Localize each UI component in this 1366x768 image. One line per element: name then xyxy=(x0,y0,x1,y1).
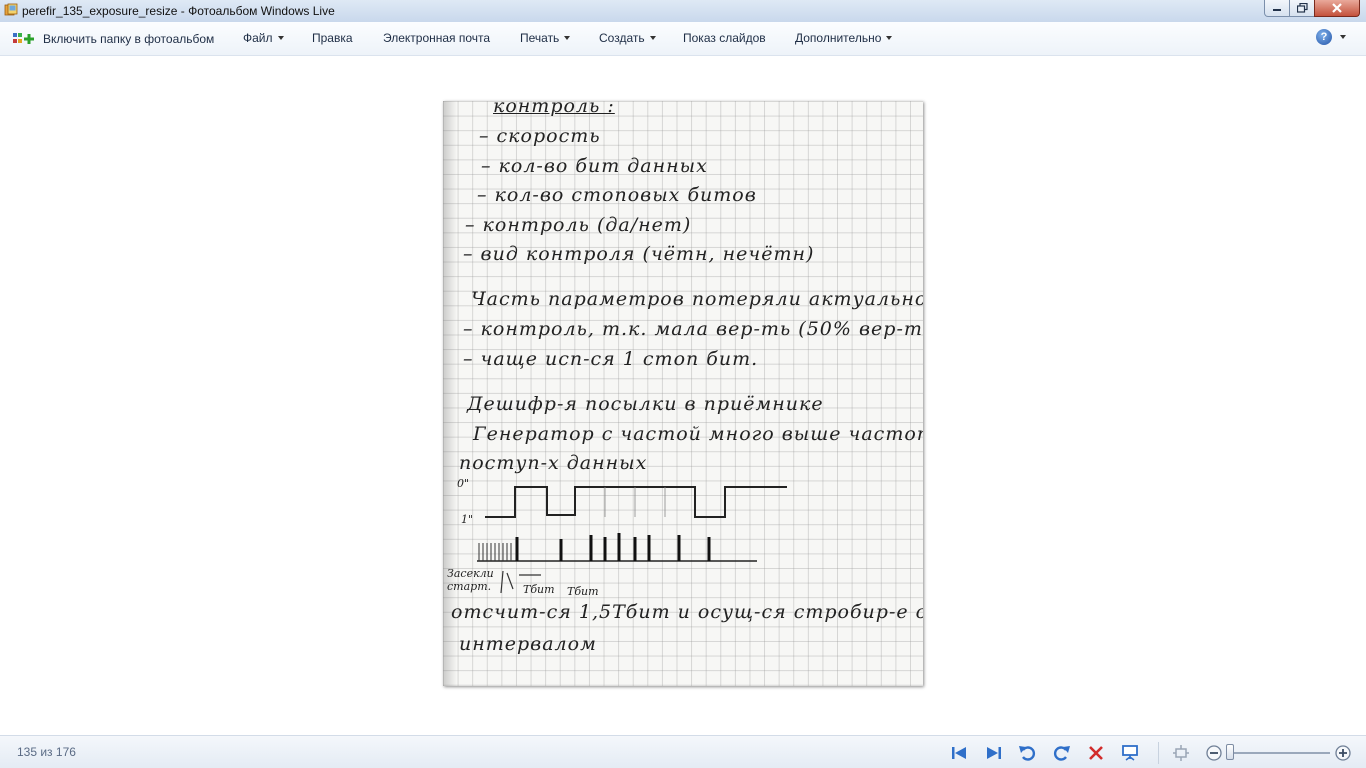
slideshow-label: Показ слайдов xyxy=(683,31,766,45)
handwritten-line: поступ-х данных xyxy=(459,452,648,474)
handwritten-line: Часть параметров потеряли актуальность xyxy=(471,288,923,310)
diagram-label: 0" xyxy=(457,477,470,490)
photo-viewer-image[interactable]: контроль : – скорость – кол-во бит данны… xyxy=(443,101,923,686)
close-icon xyxy=(1332,3,1342,13)
maximize-button[interactable] xyxy=(1289,0,1315,17)
window-title: perefir_135_exposure_resize - Фотоальбом… xyxy=(22,4,335,18)
slideshow-icon[interactable] xyxy=(1121,744,1139,762)
delete-icon[interactable] xyxy=(1087,744,1105,762)
slideshow-button[interactable]: Показ слайдов xyxy=(683,31,766,45)
handwritten-line: отсчит-ся 1,5Тбит и осущ-ся стробир-е с … xyxy=(451,601,923,623)
help-icon[interactable]: ? xyxy=(1316,29,1332,45)
more-menu[interactable]: Дополнительно xyxy=(795,31,893,45)
chevron-down-icon xyxy=(277,36,284,40)
email-label: Электронная почта xyxy=(383,31,491,45)
email-button[interactable]: Электронная почта xyxy=(383,31,490,45)
edit-button[interactable]: Правка xyxy=(312,31,353,45)
rotate-clockwise-icon[interactable] xyxy=(1053,744,1071,762)
zoom-in-icon[interactable] xyxy=(1334,744,1352,762)
chevron-down-icon xyxy=(564,36,571,40)
handwritten-line: – кол-во бит данных xyxy=(481,155,708,177)
handwritten-line: Генератор с частой много выше частоты xyxy=(473,423,923,445)
photo-gallery-app-icon xyxy=(4,3,18,16)
create-menu-label: Создать xyxy=(599,31,645,45)
title-bar: perefir_135_exposure_resize - Фотоальбом… xyxy=(0,0,1366,23)
actual-size-icon[interactable] xyxy=(1172,744,1190,762)
next-icon[interactable] xyxy=(985,744,1003,762)
help-label: ? xyxy=(1320,31,1328,43)
handwritten-line: интервалом xyxy=(459,633,597,655)
handwritten-line: – вид контроля (чётн, нечётн) xyxy=(463,243,815,265)
zoom-out-icon[interactable] xyxy=(1205,744,1223,762)
print-menu-label: Печать xyxy=(520,31,560,45)
create-menu[interactable]: Создать xyxy=(599,31,656,45)
handwritten-line: – контроль, т.к. мала вер-ть (50% вер-ти… xyxy=(463,318,923,340)
handwritten-line: – кол-во стоповых битов xyxy=(477,184,757,206)
zoom-slider-track[interactable] xyxy=(1228,752,1330,754)
diagram-label: 1" xyxy=(461,513,474,526)
help-chevron-down-icon[interactable] xyxy=(1340,35,1346,39)
more-menu-label: Дополнительно xyxy=(795,31,882,45)
edit-label: Правка xyxy=(312,31,353,45)
signal-diagram xyxy=(477,486,787,594)
restore-icon xyxy=(1296,3,1308,13)
chevron-down-icon xyxy=(886,36,893,40)
file-menu-label: Файл xyxy=(243,31,273,45)
chevron-down-icon xyxy=(649,36,656,40)
previous-icon[interactable] xyxy=(950,744,968,762)
zoom-slider-thumb[interactable] xyxy=(1226,744,1234,760)
status-bar: 135 из 176 xyxy=(0,735,1366,768)
minimize-button[interactable] xyxy=(1264,0,1290,17)
rotate-counterclockwise-icon[interactable] xyxy=(1018,744,1036,762)
diagram-label: Тбит xyxy=(523,583,555,596)
file-menu[interactable]: Файл xyxy=(243,31,284,45)
handwritten-line: Дешифр-я посылки в приёмнике xyxy=(467,393,824,415)
add-folder-icon xyxy=(13,33,34,44)
print-menu[interactable]: Печать xyxy=(520,31,571,45)
handwritten-line: – скорость xyxy=(479,125,601,147)
handwritten-line: – контроль (да/нет) xyxy=(465,214,692,236)
minimize-icon xyxy=(1273,9,1281,11)
diagram-label: Засекли старт. xyxy=(447,567,494,593)
diagram-label: Тбит xyxy=(567,585,599,598)
toolbar-separator xyxy=(1158,742,1159,764)
image-counter: 135 из 176 xyxy=(17,745,76,759)
include-folder-label: Включить папку в фотоальбом xyxy=(43,32,215,46)
handwritten-line: – чаще исп-ся 1 стоп бит. xyxy=(463,348,759,370)
command-bar: Включить папку в фотоальбом Файл Правка … xyxy=(0,22,1366,56)
close-button[interactable] xyxy=(1314,0,1360,17)
handwritten-line: контроль : xyxy=(493,101,615,117)
include-folder-button[interactable]: Включить папку в фотоальбом xyxy=(12,31,214,47)
